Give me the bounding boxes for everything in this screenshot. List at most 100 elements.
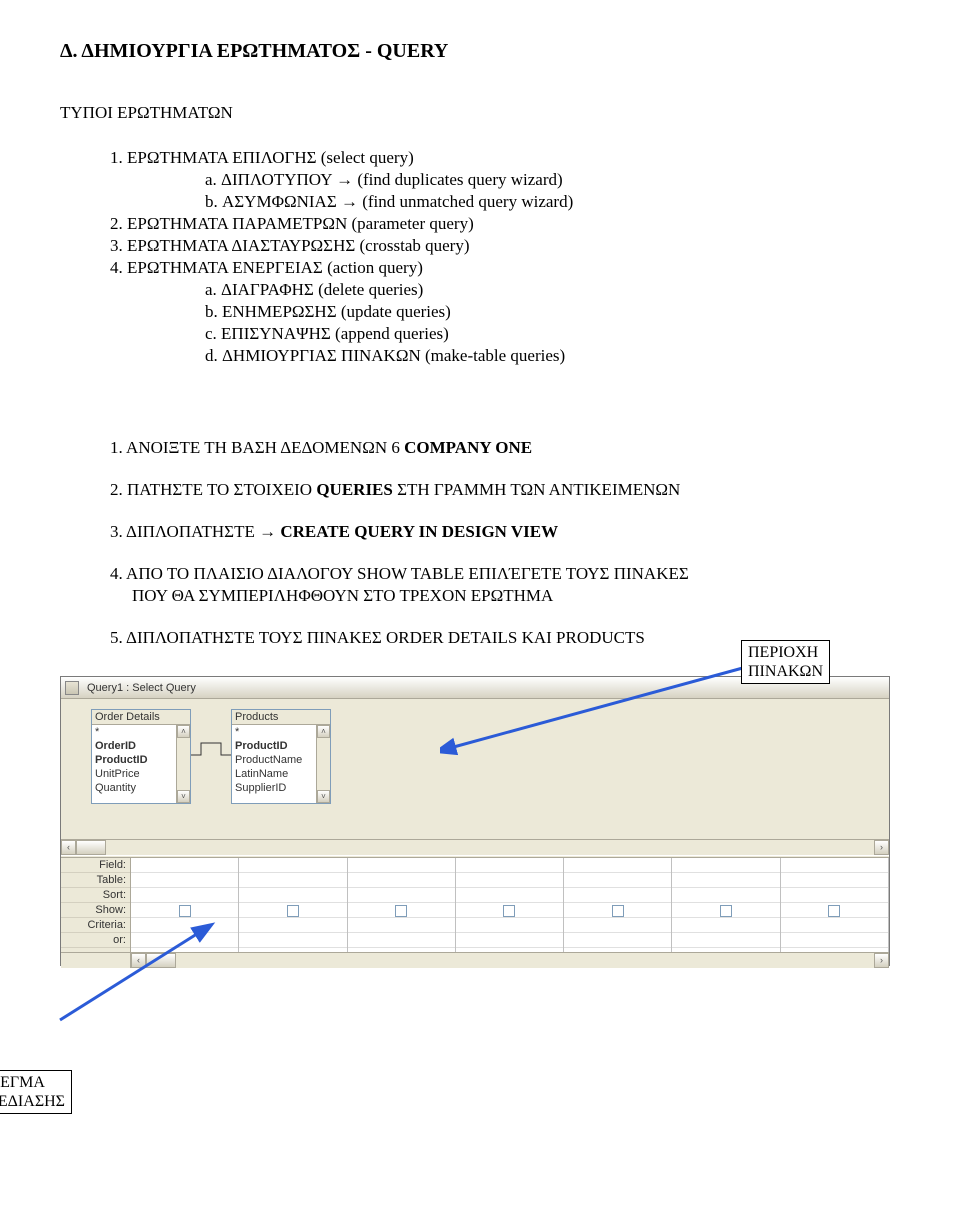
grid-cell[interactable] xyxy=(781,918,888,933)
show-checkbox-cell[interactable] xyxy=(131,903,238,918)
grid-cell[interactable] xyxy=(348,933,455,948)
scroll-left-button[interactable]: ‹ xyxy=(131,953,146,968)
grid-column[interactable] xyxy=(564,858,672,952)
grid-cell[interactable] xyxy=(348,873,455,888)
scrollbar[interactable]: ˄ ˅ xyxy=(176,725,190,803)
list-item: b. ΑΣΥΜΦΩΝΙΑΣ → (find unmatched query wi… xyxy=(205,192,900,212)
grid-cell[interactable] xyxy=(239,933,346,948)
show-checkbox-cell[interactable] xyxy=(456,903,563,918)
scroll-right-button[interactable]: › xyxy=(874,840,889,855)
grid-cell[interactable] xyxy=(456,858,563,873)
step-bold: QUERIES xyxy=(316,480,393,499)
grid-label: Show: xyxy=(61,903,130,918)
grid-cell[interactable] xyxy=(131,918,238,933)
show-checkbox-cell[interactable] xyxy=(564,903,671,918)
scroll-up-button[interactable]: ˄ xyxy=(177,725,190,738)
design-grid[interactable]: Field:Table:Sort:Show:Criteria:or: xyxy=(61,858,889,952)
callout-tables-area: ΠΕΡΙΟΧΗ ΠΙΝΑΚΩΝ xyxy=(741,640,830,684)
step-text: 3. ΔΙΠΛΟΠΑΤΗΣΤΕ → xyxy=(110,522,280,541)
callout-line: ΠΛΕΓΜΑ xyxy=(0,1073,65,1092)
grid-cell[interactable] xyxy=(564,933,671,948)
scroll-track[interactable] xyxy=(106,840,874,855)
upper-hscrollbar[interactable]: ‹ › xyxy=(61,839,889,855)
grid-cell[interactable] xyxy=(239,858,346,873)
table-order-details[interactable]: Order Details *OrderIDProductIDUnitPrice… xyxy=(91,709,191,804)
grid-cell[interactable] xyxy=(781,888,888,903)
scroll-right-button[interactable]: › xyxy=(874,953,889,968)
table-products[interactable]: Products *ProductIDProductNameLatinNameS… xyxy=(231,709,331,804)
show-checkbox-cell[interactable] xyxy=(348,903,455,918)
grid-cell[interactable] xyxy=(348,888,455,903)
grid-cell[interactable] xyxy=(456,933,563,948)
callout-line: ΠΕΡΙΟΧΗ xyxy=(748,643,823,662)
grid-cell[interactable] xyxy=(239,873,346,888)
grid-cell[interactable] xyxy=(456,888,563,903)
grid-cell[interactable] xyxy=(672,888,779,903)
list-item: a. ΔΙΑΓΡΑΦΗΣ (delete queries) xyxy=(205,280,900,300)
list-item: 3. ΕΡΩΤΗΜΑΤΑ ΔΙΑΣΤΑΥΡΩΣΗΣ (crosstab quer… xyxy=(110,236,900,256)
grid-column[interactable] xyxy=(348,858,456,952)
table-title: Order Details xyxy=(92,710,190,725)
scroll-down-button[interactable]: ˅ xyxy=(177,790,190,803)
relationship-line xyxy=(189,741,233,771)
tables-pane[interactable]: Order Details *OrderIDProductIDUnitPrice… xyxy=(61,699,889,839)
table-title: Products xyxy=(232,710,330,725)
list-item: d. ΔΗΜΙΟΥΡΓΙΑΣ ΠΙΝΑΚΩΝ (make-table queri… xyxy=(205,346,900,366)
scroll-left-button[interactable]: ‹ xyxy=(61,840,76,855)
grid-cell[interactable] xyxy=(564,858,671,873)
show-checkbox-cell[interactable] xyxy=(239,903,346,918)
scroll-track[interactable] xyxy=(176,953,874,968)
callout-line: ΠΙΝΑΚΩΝ xyxy=(748,662,823,681)
scrollbar[interactable]: ˄ ˅ xyxy=(316,725,330,803)
steps-list: 1. ΑΝΟΙΞΤΕ ΤΗ ΒΑΣΗ ΔΕΔΟΜΕΝΩΝ 6 COMPANY O… xyxy=(110,438,900,648)
grid-row-labels: Field:Table:Sort:Show:Criteria:or: xyxy=(61,858,131,952)
grid-cell[interactable] xyxy=(564,918,671,933)
grid-columns[interactable] xyxy=(131,858,889,952)
callout-line: ΣΧΕΔΙΑΣΗΣ xyxy=(0,1092,65,1111)
list-item: 1. ΑΝΟΙΞΤΕ ΤΗ ΒΑΣΗ ΔΕΔΟΜΕΝΩΝ 6 COMPANY O… xyxy=(110,438,900,458)
grid-cell[interactable] xyxy=(131,933,238,948)
grid-cell[interactable] xyxy=(672,918,779,933)
show-checkbox-cell[interactable] xyxy=(781,903,888,918)
list-item: b. ΕΝΗΜΕΡΩΣΗΣ (update queries) xyxy=(205,302,900,322)
grid-cell[interactable] xyxy=(564,873,671,888)
grid-column[interactable] xyxy=(131,858,239,952)
scroll-up-button[interactable]: ˄ xyxy=(317,725,330,738)
callout-design-grid: ΠΛΕΓΜΑ ΣΧΕΔΙΑΣΗΣ xyxy=(0,1070,72,1114)
doc-title: Δ. ΔΗΜΙΟΥΡΓΙΑ ΕΡΩΤΗΜΑΤΟΣ - QUERY xyxy=(60,40,900,63)
grid-cell[interactable] xyxy=(131,873,238,888)
scrollbar-stub xyxy=(61,953,131,968)
grid-label: or: xyxy=(61,933,130,948)
step-text: 1. ΑΝΟΙΞΤΕ ΤΗ ΒΑΣΗ ΔΕΔΟΜΕΝΩΝ 6 xyxy=(110,438,404,457)
grid-column[interactable] xyxy=(672,858,780,952)
grid-cell[interactable] xyxy=(781,933,888,948)
grid-cell[interactable] xyxy=(131,888,238,903)
grid-cell[interactable] xyxy=(456,873,563,888)
grid-cell[interactable] xyxy=(781,858,888,873)
list-item: c. ΕΠΙΣΥΝΑΨΗΣ (append queries) xyxy=(205,324,900,344)
grid-cell[interactable] xyxy=(781,873,888,888)
step-bold: CREATE QUERY IN DESIGN VIEW xyxy=(280,522,558,541)
grid-cell[interactable] xyxy=(239,888,346,903)
window-title: Query1 : Select Query xyxy=(87,682,196,694)
grid-cell[interactable] xyxy=(672,858,779,873)
step-bold: COMPANY ONE xyxy=(404,438,532,457)
scroll-thumb[interactable] xyxy=(146,953,176,968)
grid-column[interactable] xyxy=(456,858,564,952)
screenshot-region: ΠΕΡΙΟΧΗ ΠΙΝΑΚΩΝ Query1 : Select Query Or… xyxy=(60,640,890,980)
show-checkbox-cell[interactable] xyxy=(672,903,779,918)
grid-cell[interactable] xyxy=(348,858,455,873)
grid-column[interactable] xyxy=(239,858,347,952)
grid-cell[interactable] xyxy=(564,888,671,903)
grid-cell[interactable] xyxy=(672,933,779,948)
grid-cell[interactable] xyxy=(348,918,455,933)
grid-cell[interactable] xyxy=(456,918,563,933)
grid-label: Table: xyxy=(61,873,130,888)
grid-cell[interactable] xyxy=(131,858,238,873)
grid-column[interactable] xyxy=(781,858,889,952)
grid-cell[interactable] xyxy=(239,918,346,933)
scroll-thumb[interactable] xyxy=(76,840,106,855)
scroll-down-button[interactable]: ˅ xyxy=(317,790,330,803)
grid-cell[interactable] xyxy=(672,873,779,888)
grid-hscrollbar[interactable]: ‹ › xyxy=(61,952,889,968)
